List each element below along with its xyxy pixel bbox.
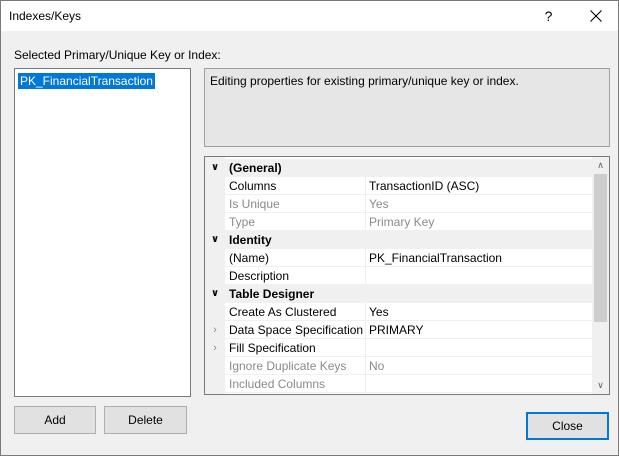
key-list-item[interactable]: PK_FinancialTransaction: [18, 73, 155, 89]
category-label: Identity: [229, 233, 272, 247]
property-name: Type: [229, 215, 256, 229]
property-row-included-columns[interactable]: Included Columns: [205, 375, 592, 393]
property-value: Yes: [369, 305, 389, 319]
vertical-scrollbar[interactable]: ∧ ∨: [592, 157, 609, 394]
property-name: Is Unique: [229, 197, 280, 211]
collapse-chevron-icon[interactable]: ∨: [205, 285, 225, 303]
close-window-button[interactable]: [573, 1, 618, 31]
indexes-keys-dialog: Indexes/Keys ? Selected Primary/Unique K…: [0, 0, 619, 456]
property-value: Yes: [369, 197, 389, 211]
property-grid[interactable]: ∨ (General) Columns TransactionID (ASC) …: [204, 156, 610, 395]
close-button[interactable]: Close: [526, 412, 609, 440]
property-name: (Name): [229, 251, 270, 265]
property-value: PK_FinancialTransaction: [369, 251, 502, 265]
category-general[interactable]: ∨ (General): [205, 159, 592, 177]
info-box: Editing properties for existing primary/…: [204, 68, 610, 147]
add-button[interactable]: Add: [14, 406, 96, 434]
property-row-ignore-dup[interactable]: Ignore Duplicate Keys No: [205, 357, 592, 375]
property-row-description[interactable]: Description: [205, 267, 592, 285]
property-row-fill-spec[interactable]: › Fill Specification: [205, 339, 592, 357]
help-button[interactable]: ?: [526, 1, 571, 31]
info-text: Editing properties for existing primary/…: [210, 74, 519, 88]
delete-button[interactable]: Delete: [104, 406, 187, 434]
property-name: Included Columns: [229, 377, 326, 391]
scroll-down-icon[interactable]: ∨: [592, 377, 609, 394]
category-label: Table Designer: [229, 287, 315, 301]
property-name: Data Space Specification: [229, 323, 364, 337]
collapse-chevron-icon[interactable]: ∨: [205, 159, 225, 177]
close-icon: [590, 10, 602, 22]
scroll-up-icon[interactable]: ∧: [592, 157, 609, 174]
property-row-data-space[interactable]: › Data Space Specification PRIMARY: [205, 321, 592, 339]
property-value: Primary Key: [369, 215, 435, 229]
category-identity[interactable]: ∨ Identity: [205, 231, 592, 249]
title-bar: Indexes/Keys ?: [1, 1, 618, 31]
property-name: Description: [229, 269, 290, 283]
expand-chevron-icon[interactable]: ›: [205, 339, 225, 357]
property-row-columns[interactable]: Columns TransactionID (ASC): [205, 177, 592, 195]
scroll-thumb[interactable]: [594, 174, 607, 322]
property-name: Create As Clustered: [229, 305, 337, 319]
expand-chevron-icon[interactable]: ›: [205, 321, 225, 339]
property-name: Ignore Duplicate Keys: [229, 359, 347, 373]
property-name: Fill Specification: [229, 341, 316, 355]
category-label: (General): [229, 161, 282, 175]
property-value: No: [369, 359, 385, 373]
category-table-designer[interactable]: ∨ Table Designer: [205, 285, 592, 303]
property-row-is-unique[interactable]: Is Unique Yes: [205, 195, 592, 213]
property-name: Columns: [229, 179, 277, 193]
selected-key-label: Selected Primary/Unique Key or Index:: [14, 48, 221, 62]
property-row-type[interactable]: Type Primary Key: [205, 213, 592, 231]
property-value: TransactionID (ASC): [369, 179, 480, 193]
property-row-create-as-clustered[interactable]: Create As Clustered Yes: [205, 303, 592, 321]
property-row-name[interactable]: (Name) PK_FinancialTransaction: [205, 249, 592, 267]
key-list[interactable]: PK_FinancialTransaction: [14, 68, 191, 397]
property-value: PRIMARY: [369, 323, 424, 337]
collapse-chevron-icon[interactable]: ∨: [205, 231, 225, 249]
window-title: Indexes/Keys: [9, 9, 82, 23]
